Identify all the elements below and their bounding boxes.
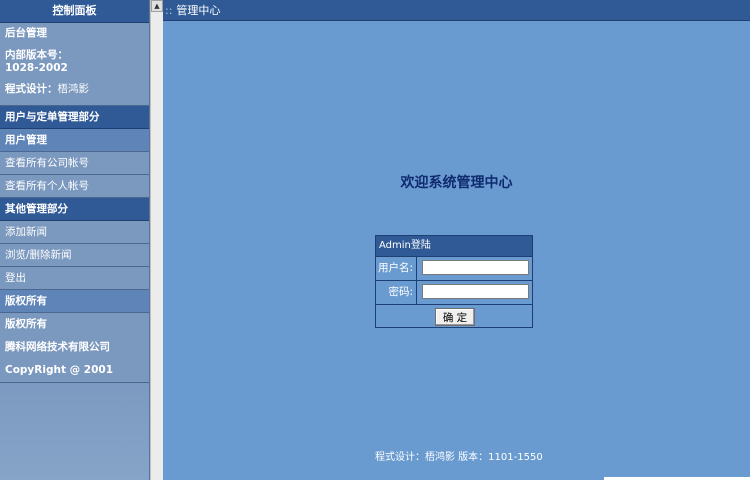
design-label: 程式设计： [5,83,58,95]
design-credit: 程式设计：梧鸿影 [5,83,144,96]
sidebar-scrollbar[interactable]: ▲ [150,0,163,480]
password-label: 密码: [376,281,417,304]
company-name: 腾科网络技术有限公司 [5,341,110,353]
sidebar-item-view-personal-accounts[interactable]: 查看所有个人帐号 [0,175,149,198]
copyright-year: CopyRight @ 2001 [5,364,114,376]
sidebar-item-user-management[interactable]: 用户管理 [0,129,149,152]
sidebar-item-browse-delete-news[interactable]: 浏览/删除新闻 [0,244,149,267]
copyright-section-header: 版权所有 [0,290,149,313]
top-bar: :: 管理中心 [163,0,750,21]
username-label: 用户名: [376,257,417,280]
topbar-dots: :: [165,4,173,17]
copyright-label: 版权所有 [5,318,47,330]
sidebar: 控制面板 后台管理 内部版本号： 1028-2002 程式设计：梧鸿影 用户与定… [0,0,150,480]
username-row: 用户名: [376,257,532,281]
page-title: 管理中心 [176,4,221,17]
password-row: 密码: [376,281,532,305]
submit-row: 确 定 [376,305,532,329]
username-input[interactable] [422,260,529,275]
version-value: 1028-2002 [5,62,68,74]
login-header: Admin登陆 [376,236,532,257]
sidebar-item-add-news[interactable]: 添加新闻 [0,221,149,244]
control-panel-title: 控制面板 [0,0,149,23]
footer-credit: 程式设计：梧鸿影 版本：1101-1550 [375,452,543,463]
welcome-heading: 欢迎系统管理中心 [400,175,513,191]
version-label: 内部版本号： [5,49,68,61]
password-input[interactable] [422,284,529,299]
sidebar-item-view-company-accounts[interactable]: 查看所有公司帐号 [0,152,149,175]
sidebar-item-logout[interactable]: 登出 [0,267,149,290]
design-name: 梧鸿影 [57,83,90,95]
admin-info-block: 后台管理 内部版本号： 1028-2002 程式设计：梧鸿影 [0,23,149,106]
scroll-up-arrow-icon[interactable]: ▲ [151,0,163,12]
copyright-block: 版权所有 腾科网络技术有限公司 CopyRight @ 2001 [0,313,149,383]
submit-button[interactable]: 确 定 [435,308,475,326]
login-form: Admin登陆 用户名: 密码: 确 定 [375,235,533,328]
section-other: 其他管理部分 [0,198,149,221]
section-user-order: 用户与定单管理部分 [0,106,149,129]
admin-heading: 后台管理 [5,27,47,39]
